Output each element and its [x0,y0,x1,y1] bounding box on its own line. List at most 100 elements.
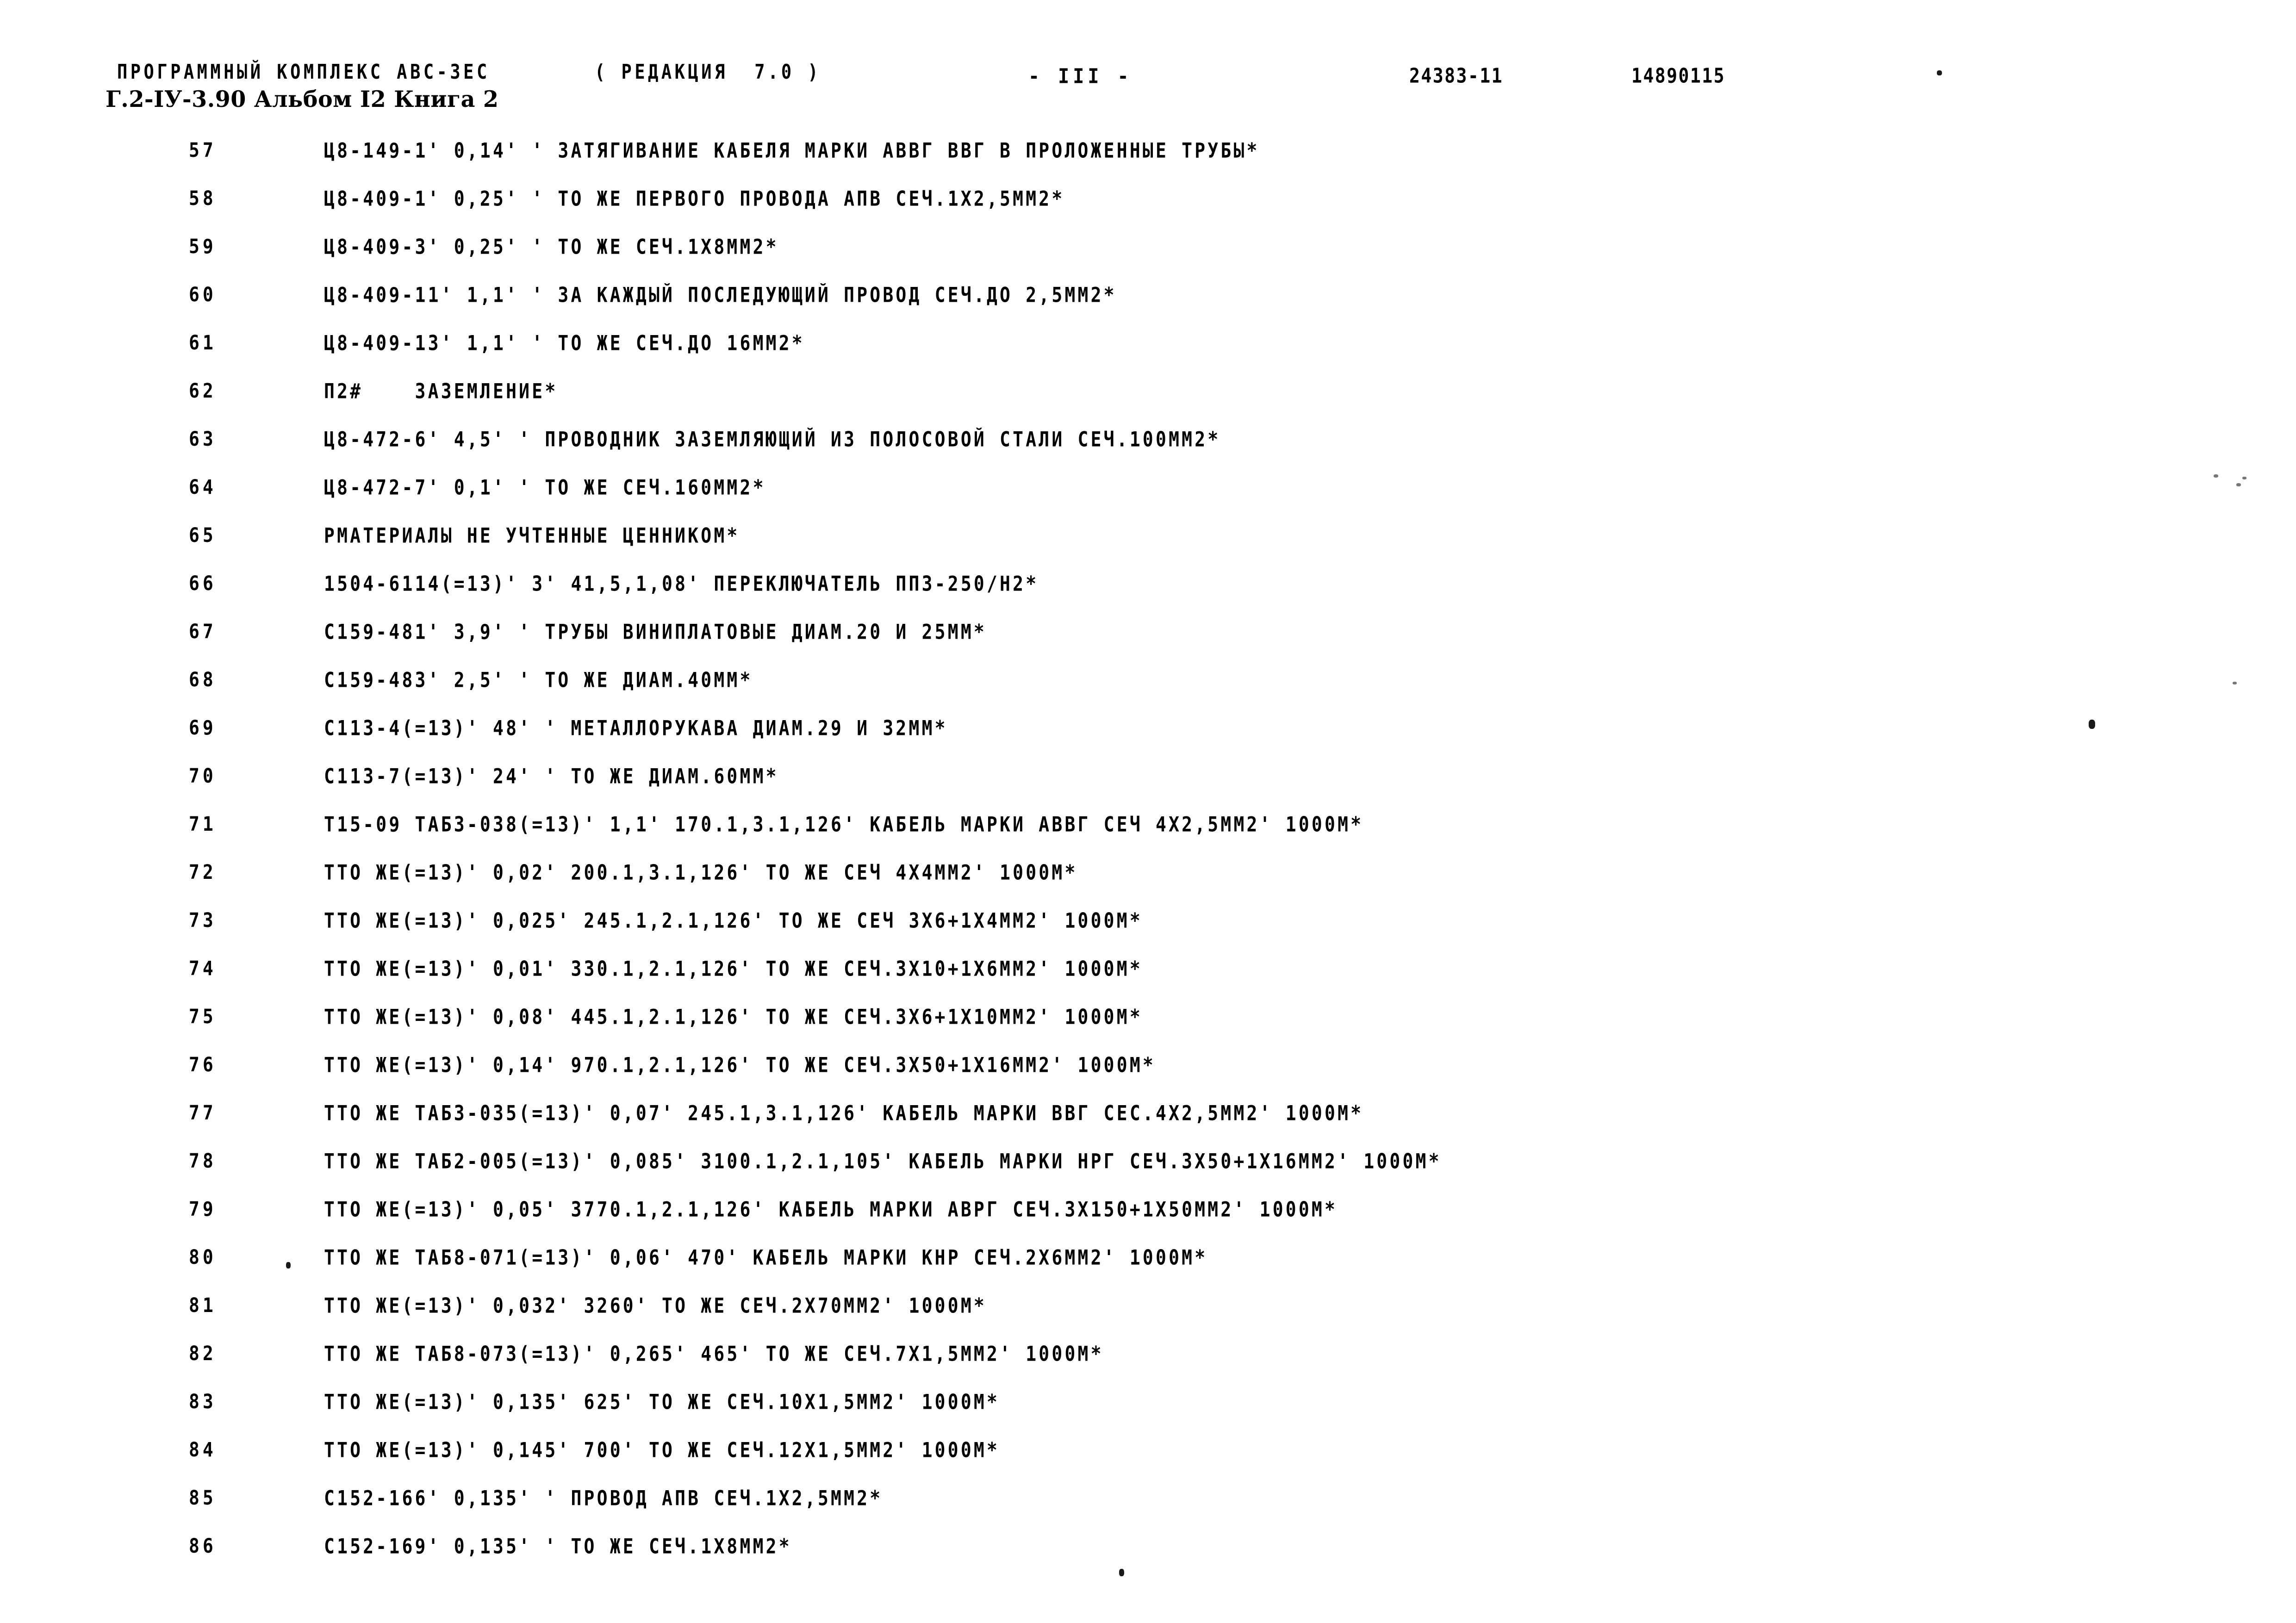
table-row: 78 ТТО ЖЕ ТАБ2-005(=13)' 0,085' 3100.1,2.… [0,1150,2296,1198]
table-row: 81 ТТО ЖЕ(=13)' 0,032' 3260' ТО ЖЕ СЕЧ.2Х… [0,1294,2296,1342]
document-code-left: 24383-11 [1409,64,1504,87]
album-book-line: Г.2-IУ-3.90 Альбом I2 Книга 2 [106,86,499,112]
row-item-text: ТТО ЖЕ ТАБ2-005(=13)' 0,085' 3100.1,2.1,… [324,1150,1442,1174]
table-row: 84 ТТО ЖЕ(=13)' 0,145' 700' ТО ЖЕ СЕЧ.12Х… [0,1438,2296,1486]
document-code-right: 14890115 [1631,64,1726,87]
row-item-text: ТТО ЖЕ ТАБ8-071(=13)' 0,06' 470' КАБЕЛЬ … [324,1246,1208,1270]
row-item-text: С159-481' 3,9' ' ТРУБЫ ВИНИПЛАТОВЫЕ ДИАМ… [324,620,987,644]
table-row: 76 ТТО ЖЕ(=13)' 0,14' 970.1,2.1,126' ТО Ж… [0,1053,2296,1101]
table-row: 59 Ц8-409-3' 0,25' ' ТО ЖЕ СЕЧ.1Х8ММ2* [0,235,2296,283]
row-item-text: ТТО ЖЕ ТАБ3-035(=13)' 0,07' 245.1,3.1,12… [324,1101,1364,1126]
scan-speckle [286,1262,291,1269]
row-item-text: С152-169' 0,135' ' ТО ЖЕ СЕЧ.1Х8ММ2* [324,1535,792,1559]
table-row: 72 ТТО ЖЕ(=13)' 0,02' 200.1,3.1,126' ТО Ж… [0,861,2296,909]
row-item-text: ТТО ЖЕ(=13)' 0,01' 330.1,2.1,126' ТО ЖЕ … [324,957,1143,981]
row-number: 60 [189,283,217,306]
scan-speckle [2214,474,2218,478]
row-item-text: Ц8-409-1' 0,25' ' ТО ЖЕ ПЕРВОГО ПРОВОДА … [324,187,1065,211]
row-item-text: ТТО ЖЕ(=13)' 0,05' 3770.1,2.1,126' КАБЕЛ… [324,1198,1338,1222]
table-row: 77 ТТО ЖЕ ТАБ3-035(=13)' 0,07' 245.1,3.1,… [0,1101,2296,1150]
scan-speckle [2089,720,2095,729]
table-row: 80 ТТО ЖЕ ТАБ8-071(=13)' 0,06' 470' КАБЕЛ… [0,1246,2296,1294]
row-number: 69 [189,716,217,740]
row-number: 59 [189,235,217,258]
table-row: 64 Ц8-472-7' 0,1' ' ТО ЖЕ СЕЧ.160ММ2* [0,476,2296,524]
row-item-text: ТТО ЖЕ(=13)' 0,14' 970.1,2.1,126' ТО ЖЕ … [324,1053,1156,1077]
row-number: 74 [189,957,217,980]
table-row: 62 П2# ЗАЗЕМЛЕНИЕ* [0,379,2296,428]
row-number: 84 [189,1438,217,1461]
row-number: 73 [189,909,217,932]
row-number: 80 [189,1246,217,1269]
table-row: 67 С159-481' 3,9' ' ТРУБЫ ВИНИПЛАТОВЫЕ ДИ… [0,620,2296,668]
row-number: 82 [189,1342,217,1365]
row-item-text: С152-166' 0,135' ' ПРОВОД АПВ СЕЧ.1Х2,5М… [324,1486,883,1511]
row-number: 67 [189,620,217,643]
row-number: 78 [189,1150,217,1173]
row-item-text: С113-7(=13)' 24' ' ТО ЖЕ ДИАМ.60ММ* [324,765,779,789]
row-item-text: Ц8-409-3' 0,25' ' ТО ЖЕ СЕЧ.1Х8ММ2* [324,235,779,259]
table-row: 71 Т15-09 ТАБ3-038(=13)' 1,1' 170.1,3.1,1… [0,813,2296,861]
row-item-text: РМАТЕРИАЛЫ НЕ УЧТЕННЫЕ ЦЕННИКОМ* [324,524,740,548]
table-row: 70 С113-7(=13)' 24' ' ТО ЖЕ ДИАМ.60ММ* [0,765,2296,813]
row-number: 86 [189,1535,217,1558]
row-number: 66 [189,572,217,595]
item-list: 57 Ц8-149-1' 0,14' ' ЗАТЯГИВАНИЕ КАБЕЛЯ М… [0,139,2296,1583]
row-item-text: С159-483' 2,5' ' ТО ЖЕ ДИАМ.40ММ* [324,668,753,692]
row-number: 79 [189,1198,217,1221]
row-item-text: Ц8-409-13' 1,1' ' ТО ЖЕ СЕЧ.ДО 16ММ2* [324,331,805,355]
table-row: 57 Ц8-149-1' 0,14' ' ЗАТЯГИВАНИЕ КАБЕЛЯ М… [0,139,2296,187]
revision-label: ( РЕДАКЦИЯ 7.0 ) [595,60,821,84]
table-row: 69 С113-4(=13)' 48' ' МЕТАЛЛОРУКАВА ДИАМ.… [0,716,2296,765]
scan-speckle [2233,682,2237,684]
program-complex-title: ПРОГРАММНЫЙ КОМПЛЕКС АВС-3ЕС [117,60,490,84]
table-row: 60 Ц8-409-11' 1,1' ' ЗА КАЖДЫЙ ПОСЛЕДУЮЩИ… [0,283,2296,331]
row-number: 71 [189,813,217,836]
row-item-text: Т15-09 ТАБ3-038(=13)' 1,1' 170.1,3.1,126… [324,813,1364,837]
row-item-text: ТТО ЖЕ(=13)' 0,145' 700' ТО ЖЕ СЕЧ.12Х1,… [324,1438,1000,1462]
row-number: 63 [189,428,217,451]
row-item-text: 1504-6114(=13)' 3' 41,5,1,08' ПЕРЕКЛЮЧАТ… [324,572,1039,596]
row-item-text: ТТО ЖЕ(=13)' 0,025' 245.1,2.1,126' ТО ЖЕ… [324,909,1143,933]
row-number: 81 [189,1294,217,1317]
table-row: 79 ТТО ЖЕ(=13)' 0,05' 3770.1,2.1,126' КАБ… [0,1198,2296,1246]
table-row: 83 ТТО ЖЕ(=13)' 0,135' 625' ТО ЖЕ СЕЧ.10Х… [0,1390,2296,1438]
table-row: 65 РМАТЕРИАЛЫ НЕ УЧТЕННЫЕ ЦЕННИКОМ* [0,524,2296,572]
scan-speckle [1937,70,1942,75]
row-number: 57 [189,139,217,162]
row-number: 61 [189,331,217,354]
row-number: 83 [189,1390,217,1413]
row-item-text: ТТО ЖЕ ТАБ8-073(=13)' 0,265' 465' ТО ЖЕ … [324,1342,1104,1366]
row-number: 75 [189,1005,217,1028]
row-number: 68 [189,668,217,691]
table-row: 68 С159-483' 2,5' ' ТО ЖЕ ДИАМ.40ММ* [0,668,2296,716]
table-row: 66 1504-6114(=13)' 3' 41,5,1,08' ПЕРЕКЛЮЧ… [0,572,2296,620]
row-item-text: ТТО ЖЕ(=13)' 0,032' 3260' ТО ЖЕ СЕЧ.2Х70… [324,1294,987,1318]
table-row: 86 С152-169' 0,135' ' ТО ЖЕ СЕЧ.1Х8ММ2* [0,1535,2296,1583]
row-item-text: Ц8-409-11' 1,1' ' ЗА КАЖДЫЙ ПОСЛЕДУЮЩИЙ … [324,283,1117,307]
table-row: 74 ТТО ЖЕ(=13)' 0,01' 330.1,2.1,126' ТО Ж… [0,957,2296,1005]
row-item-text: Ц8-149-1' 0,14' ' ЗАТЯГИВАНИЕ КАБЕЛЯ МАР… [324,139,1260,163]
page-number: - III - [1028,65,1132,88]
table-row: 73 ТТО ЖЕ(=13)' 0,025' 245.1,2.1,126' ТО … [0,909,2296,957]
scan-speckle [2242,477,2246,479]
row-number: 64 [189,476,217,499]
row-item-text: ТТО ЖЕ(=13)' 0,02' 200.1,3.1,126' ТО ЖЕ … [324,861,1078,885]
row-item-text: Ц8-472-7' 0,1' ' ТО ЖЕ СЕЧ.160ММ2* [324,476,766,500]
table-row: 58 Ц8-409-1' 0,25' ' ТО ЖЕ ПЕРВОГО ПРОВОД… [0,187,2296,235]
row-item-text: Ц8-472-6' 4,5' ' ПРОВОДНИК ЗАЗЕМЛЯЮЩИЙ И… [324,428,1221,452]
row-item-text: С113-4(=13)' 48' ' МЕТАЛЛОРУКАВА ДИАМ.29… [324,716,948,740]
table-row: 85 С152-166' 0,135' ' ПРОВОД АПВ СЕЧ.1Х2,… [0,1486,2296,1535]
row-number: 76 [189,1053,217,1076]
row-number: 77 [189,1101,217,1125]
page-header: ПРОГРАММНЫЙ КОМПЛЕКС АВС-3ЕС ( РЕДАКЦИЯ … [0,60,2296,125]
row-number: 58 [189,187,217,210]
row-item-text: ТТО ЖЕ(=13)' 0,135' 625' ТО ЖЕ СЕЧ.10Х1,… [324,1390,1000,1414]
scan-speckle [1119,1569,1124,1576]
row-number: 65 [189,524,217,547]
row-number: 85 [189,1486,217,1510]
row-item-text: ТТО ЖЕ(=13)' 0,08' 445.1,2.1,126' ТО ЖЕ … [324,1005,1143,1029]
table-row: 61 Ц8-409-13' 1,1' ' ТО ЖЕ СЕЧ.ДО 16ММ2* [0,331,2296,379]
row-number: 72 [189,861,217,884]
scanned-document-page: ПРОГРАММНЫЙ КОМПЛЕКС АВС-3ЕС ( РЕДАКЦИЯ … [0,0,2296,1623]
